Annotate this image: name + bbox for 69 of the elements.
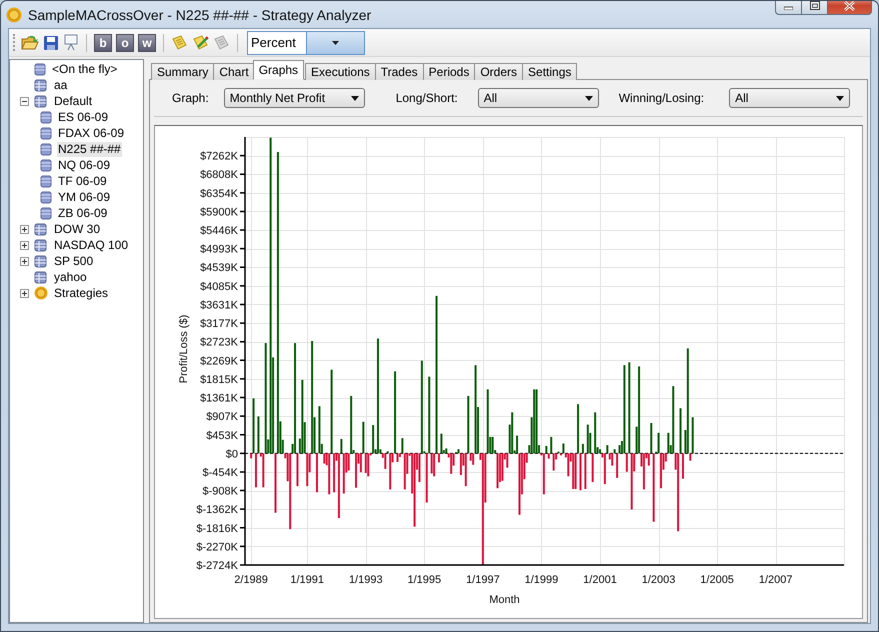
y-tick-label: $-454K: [202, 466, 238, 479]
y-tick-label: $7262K: [200, 150, 238, 163]
x-tick-label: 1/2007: [758, 574, 792, 586]
filter-dropdown[interactable]: All: [729, 88, 850, 108]
tab[interactable]: Orders: [474, 63, 524, 80]
x-tick-label: 2/1989: [234, 574, 268, 586]
y-tick-label: $5900K: [200, 206, 238, 218]
toolbar-button[interactable]: b: [94, 34, 112, 52]
x-tick-label: 1/1999: [524, 574, 558, 586]
toolbar-button[interactable]: o: [116, 34, 134, 52]
y-tick-label: $0: [226, 448, 238, 460]
tree-item[interactable]: ZB 06-09: [57, 206, 108, 220]
tree-item[interactable]: SP 500: [53, 254, 94, 268]
y-tick-label: $2269K: [200, 355, 238, 368]
y-tick-label: $-908K: [202, 486, 238, 498]
tree-item[interactable]: ES 06-09: [57, 110, 110, 124]
tree-item[interactable]: NASDAQ 100: [53, 238, 130, 252]
tree-item[interactable]: YM 06-09: [57, 190, 112, 204]
y-tick-label: $3631K: [200, 299, 238, 312]
tab[interactable]: Summary: [151, 63, 214, 80]
y-tick-label: $907K: [206, 411, 238, 424]
y-tick-label: $1815K: [200, 374, 238, 386]
x-tick-label: 1/2001: [583, 574, 617, 586]
y-tick-label: $4539K: [200, 262, 238, 274]
y-tick-label: $4993K: [200, 244, 238, 256]
tab[interactable]: Periods: [422, 63, 476, 80]
y-axis-title: Profit/Loss ($): [178, 314, 190, 384]
tree-item[interactable]: NQ 06-09: [57, 158, 112, 172]
y-tick-label: $-2724K: [196, 560, 238, 572]
filter-label: Graph:: [172, 91, 209, 105]
y-tick-label: $6808K: [200, 169, 238, 182]
filter-label: Winning/Losing:: [618, 91, 704, 105]
units-dropdown[interactable]: Percent: [247, 30, 365, 54]
x-tick-label: 1/1993: [348, 574, 383, 586]
tree-item[interactable]: aa: [53, 78, 68, 92]
tab[interactable]: Settings: [522, 63, 578, 80]
y-tick-label: $453K: [206, 430, 238, 442]
tree-item[interactable]: <On the fly>: [51, 62, 118, 76]
tab[interactable]: Trades: [374, 63, 424, 80]
y-tick-label: $6354K: [200, 188, 238, 200]
tree-item[interactable]: FDAX 06-09: [57, 126, 126, 140]
toolbar-button[interactable]: w: [138, 34, 156, 52]
tree-item[interactable]: TF 06-09: [57, 174, 108, 188]
tab[interactable]: Executions: [305, 63, 376, 80]
x-tick-label: 1/1997: [466, 574, 500, 586]
y-tick-label: $1361K: [200, 392, 238, 405]
tree-item[interactable]: DOW 30: [53, 222, 102, 236]
y-tick-label: $-1362K: [196, 504, 238, 516]
y-tick-label: $4085K: [200, 280, 238, 293]
x-tick-label: 1/1995: [408, 574, 442, 586]
x-axis-title: Month: [489, 594, 520, 606]
y-tick-label: $-2270K: [196, 541, 238, 554]
tree-item[interactable]: Default: [53, 94, 94, 108]
tree-item[interactable]: N225 ##-##: [57, 142, 122, 156]
x-tick-label: 1/2003: [642, 574, 676, 586]
tab[interactable]: Graphs: [252, 60, 304, 80]
tab[interactable]: Chart: [213, 63, 255, 80]
window-title: SampleMACrossOver - N225 ##-## - Strategy Analyzer: [28, 6, 372, 22]
filter-label: Long/Short:: [396, 91, 458, 105]
filter-dropdown[interactable]: Monthly Net Profit: [224, 88, 365, 108]
y-tick-label: $5446K: [200, 225, 238, 238]
x-tick-label: 1/1991: [290, 574, 324, 586]
y-tick-label: $3177K: [200, 318, 238, 330]
y-tick-label: $2723K: [200, 336, 238, 349]
x-tick-label: 1/2005: [700, 574, 734, 586]
tree-item[interactable]: yahoo: [53, 270, 88, 284]
filter-dropdown[interactable]: All: [478, 88, 599, 108]
y-tick-label: $-1816K: [196, 522, 238, 535]
tree-item[interactable]: Strategies: [53, 286, 110, 300]
